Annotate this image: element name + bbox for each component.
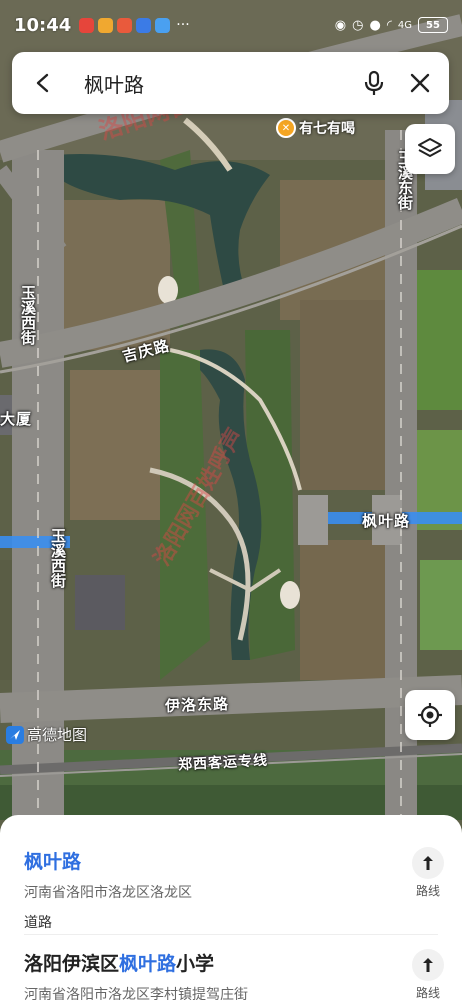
status-time: 10:44: [14, 14, 72, 36]
road-label-dasha: 大厦: [0, 410, 33, 428]
result-item[interactable]: 枫叶路 河南省洛阳市洛龙区洛龙区 道路 路线: [24, 815, 444, 935]
route-label: 路线: [415, 884, 440, 898]
signal-icon: 4G: [397, 19, 412, 31]
route-icon: [412, 949, 444, 981]
back-button[interactable]: [12, 52, 74, 114]
result-title-highlight: 枫叶路: [24, 851, 82, 873]
poi-marker[interactable]: ✕ 有七有喝: [276, 118, 355, 138]
poi-label: 有七有喝: [299, 121, 355, 137]
mic-status-icon: ●: [369, 17, 381, 33]
app-notification-icon: [136, 17, 152, 33]
search-results-sheet: 枫叶路 河南省洛阳市洛龙区洛龙区 道路 路线 洛阳伊滨区枫叶路小学 河南省洛阳市…: [0, 815, 462, 1000]
battery-icon: 55: [418, 17, 448, 33]
road-label-yuxi-west-top: 玉溪西街: [19, 285, 37, 345]
result-type: 道路: [24, 915, 52, 931]
result-title: 洛阳伊滨区枫叶路小学: [24, 949, 438, 976]
eye-icon: ◉: [334, 17, 347, 33]
road-label-yuxi-west-bottom: 玉溪西街: [49, 528, 67, 588]
voice-search-button[interactable]: [351, 52, 397, 114]
result-title-prefix: 洛阳伊滨区: [24, 953, 120, 975]
route-icon: [412, 847, 444, 879]
search-bar: 枫叶路: [12, 52, 449, 114]
wifi-icon: ◜: [386, 17, 392, 33]
app-notification-icon: [79, 17, 95, 33]
back-arrow-icon: [36, 73, 49, 93]
notification-icons: [79, 17, 171, 33]
route-label: 路线: [415, 986, 440, 1000]
app-notification-icon: [98, 17, 114, 33]
fork-knife-icon: ✕: [276, 118, 296, 138]
result-title-highlight: 枫叶路: [119, 953, 177, 975]
road-label-yiluo-east: 伊洛东路: [164, 694, 230, 716]
amap-logo-text: 高德地图: [27, 726, 88, 744]
amap-logo: 高德地图: [6, 724, 87, 745]
clear-search-button[interactable]: [397, 52, 443, 114]
result-address: 河南省洛阳市洛龙区李村镇提驾庄街: [24, 987, 248, 1000]
result-address: 河南省洛阳市洛龙区洛龙区: [24, 885, 192, 901]
amap-logo-icon: [6, 725, 24, 744]
result-title: 枫叶路: [24, 847, 438, 874]
locate-me-button[interactable]: [405, 690, 455, 740]
layers-icon: [418, 138, 442, 157]
microphone-icon: [364, 70, 384, 95]
road-label-fengye: 枫叶路: [362, 512, 411, 530]
status-bar: 10:44 ··· ◉ ◷ ● ◜ 4G 55: [0, 0, 462, 50]
app-notification-icon: [155, 17, 171, 33]
close-icon: [410, 73, 430, 93]
route-button[interactable]: 路线: [412, 847, 444, 899]
result-item[interactable]: 洛阳伊滨区枫叶路小学 河南省洛阳市洛龙区李村镇提驾庄街 路线: [24, 935, 444, 1000]
route-button[interactable]: 路线: [412, 949, 444, 1000]
locate-icon: [418, 703, 442, 727]
result-title-suffix: 小学: [176, 953, 215, 975]
map-layers-button[interactable]: [405, 124, 455, 174]
search-input[interactable]: 枫叶路: [74, 69, 351, 98]
more-notifications: ···: [176, 17, 190, 33]
alarm-icon: ◷: [352, 17, 364, 33]
app-notification-icon: [117, 17, 133, 33]
